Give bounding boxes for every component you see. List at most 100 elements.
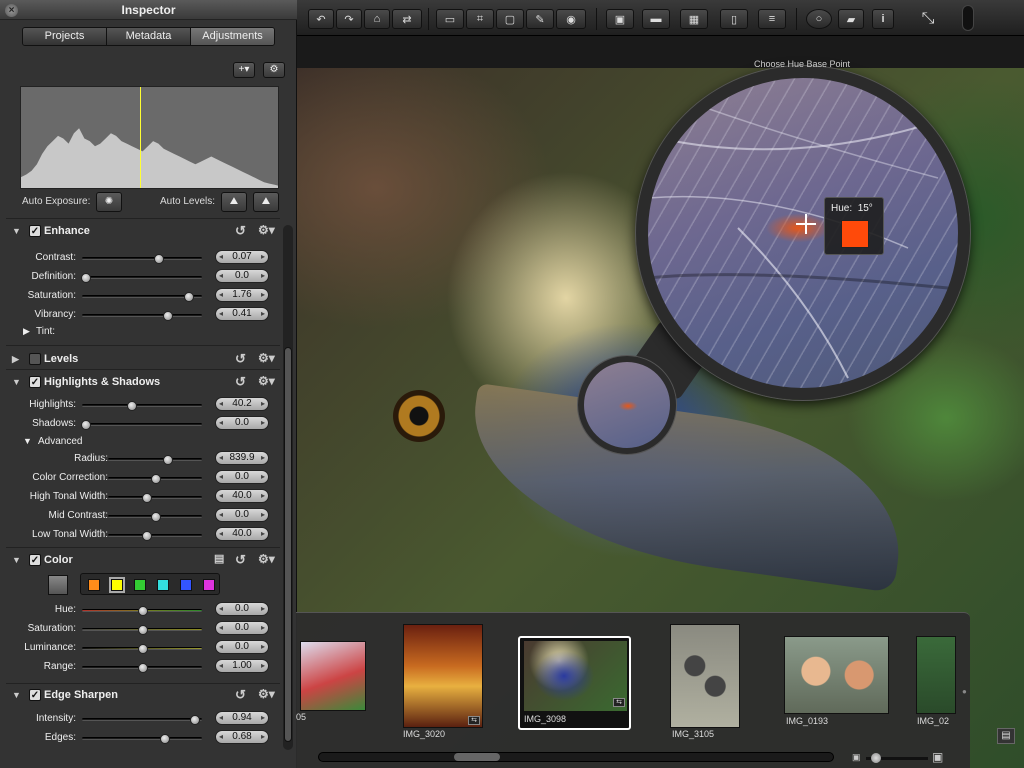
color-swatch[interactable]: [109, 577, 125, 593]
color-section-header[interactable]: ▼ ✓ Color ▤ ↺ ⚙▾: [6, 551, 280, 571]
value-stepper[interactable]: 0.0: [215, 508, 269, 522]
disclosure-closed-icon[interactable]: ▶: [23, 326, 30, 337]
badge-icon[interactable]: ▰: [838, 9, 864, 29]
crop-icon[interactable]: ⌗: [466, 9, 494, 29]
tint-row[interactable]: ▶ Tint:: [6, 323, 280, 341]
value-stepper[interactable]: 1.76: [215, 288, 269, 302]
enhance-checkbox[interactable]: ✓: [29, 225, 41, 237]
slider-track[interactable]: [82, 663, 202, 673]
slider-knob[interactable]: [151, 512, 161, 522]
tab-adjustments[interactable]: Adjustments: [191, 28, 274, 45]
disclosure-open-icon[interactable]: ▼: [12, 377, 21, 387]
slider-knob[interactable]: [81, 273, 91, 283]
advanced-row[interactable]: ▼ Advanced: [6, 433, 280, 451]
value-stepper[interactable]: 0.68: [215, 730, 269, 744]
select-icon[interactable]: ▢: [496, 9, 524, 29]
slider-track[interactable]: [108, 493, 202, 503]
slider-knob[interactable]: [138, 663, 148, 673]
scrollbar-thumb[interactable]: [284, 347, 292, 742]
gear-icon[interactable]: ⚙▾: [258, 374, 275, 388]
disclosure-open-icon[interactable]: ▼: [12, 226, 21, 236]
tab-projects[interactable]: Projects: [23, 28, 107, 45]
slider-track[interactable]: [82, 606, 202, 616]
slider-track[interactable]: [108, 455, 202, 465]
large-thumbnail-icon[interactable]: ▣: [932, 750, 943, 764]
slider-knob[interactable]: [190, 715, 200, 725]
slider-knob[interactable]: [184, 292, 194, 302]
color-swatch[interactable]: [88, 579, 100, 591]
gear-icon[interactable]: ⚙▾: [258, 223, 275, 237]
reset-icon[interactable]: ↺: [235, 351, 246, 367]
filmstrip-thumbnail[interactable]: [916, 636, 956, 714]
color-checkbox[interactable]: ✓: [29, 554, 41, 566]
disclosure-open-icon[interactable]: ▼: [23, 436, 32, 446]
filmstrip-toggle-icon[interactable]: ▤: [997, 728, 1015, 744]
gear-menu-button[interactable]: ⚙: [263, 62, 285, 78]
slider-track[interactable]: [81, 273, 202, 283]
slider-track[interactable]: [82, 715, 202, 725]
inspector-titlebar[interactable]: × Inspector: [0, 0, 297, 20]
filmstrip-scrollbar[interactable]: [318, 752, 834, 762]
value-stepper[interactable]: 1.00: [215, 659, 269, 673]
slider-knob[interactable]: [154, 254, 164, 264]
slider-track[interactable]: [81, 420, 202, 430]
highlights-shadows-section-header[interactable]: ▼ ✓ Highlights & Shadows ↺ ⚙▾: [6, 373, 280, 393]
slider-knob[interactable]: [138, 606, 148, 616]
value-stepper[interactable]: 40.0: [215, 489, 269, 503]
filmstrip-thumbnail-selected[interactable]: ⇆ IMG_3098: [518, 636, 631, 730]
tab-metadata[interactable]: Metadata: [107, 28, 191, 45]
value-stepper[interactable]: 0.41: [215, 307, 269, 321]
filmstrip-view-icon[interactable]: ≡: [758, 9, 786, 29]
auto-levels-luma-button[interactable]: ⛰: [221, 192, 247, 212]
gear-icon[interactable]: ⚙▾: [258, 552, 275, 566]
reset-icon[interactable]: ↺: [235, 374, 246, 390]
slider-track[interactable]: [82, 311, 202, 321]
split-view-icon[interactable]: ▦: [680, 9, 708, 29]
reset-icon[interactable]: ↺: [235, 552, 246, 568]
slider-knob[interactable]: [142, 493, 152, 503]
value-stepper[interactable]: 0.0: [215, 602, 269, 616]
loupe-icon[interactable]: ○: [806, 9, 832, 29]
color-swatch[interactable]: [157, 579, 169, 591]
eyedropper-icon[interactable]: [48, 575, 68, 595]
filmstrip-thumbnail[interactable]: ⇆: [403, 624, 483, 728]
slider-knob[interactable]: [151, 474, 161, 484]
edge-sharpen-checkbox[interactable]: ✓: [29, 689, 41, 701]
presentation-icon[interactable]: ▣: [606, 9, 634, 29]
slider-knob[interactable]: [127, 401, 137, 411]
color-swatch[interactable]: [203, 579, 215, 591]
redeye-icon[interactable]: ◉: [556, 9, 586, 29]
color-swatch[interactable]: [134, 579, 146, 591]
value-stepper[interactable]: 40.0: [215, 527, 269, 541]
slider-knob[interactable]: [138, 644, 148, 654]
disclosure-closed-icon[interactable]: ▶: [12, 354, 19, 365]
auto-exposure-button[interactable]: ✺: [96, 192, 122, 212]
slider-track[interactable]: [82, 734, 202, 744]
levels-section-header[interactable]: ▶ ✓ Levels ↺ ⚙▾: [6, 350, 280, 370]
list-view-icon[interactable]: ▤: [214, 552, 224, 565]
value-stepper[interactable]: 0.0: [215, 416, 269, 430]
filmstrip-thumbnail[interactable]: [300, 641, 366, 711]
slider-knob[interactable]: [871, 753, 881, 763]
slider-track[interactable]: [82, 292, 202, 302]
add-adjustment-button[interactable]: +▾: [233, 62, 255, 78]
slider-knob[interactable]: [138, 625, 148, 635]
rotate-left-icon[interactable]: ↶: [308, 9, 334, 29]
value-stepper[interactable]: 0.0: [215, 470, 269, 484]
rotate-right-icon[interactable]: ↷: [336, 9, 362, 29]
slider-track[interactable]: [82, 625, 202, 635]
slider-knob[interactable]: [163, 455, 173, 465]
slider-knob[interactable]: [142, 531, 152, 541]
reset-icon[interactable]: ↺: [235, 223, 246, 239]
edge-sharpen-section-header[interactable]: ▼ ✓ Edge Sharpen ↺ ⚙▾: [6, 686, 280, 706]
slider-track[interactable]: [82, 254, 202, 264]
value-stepper[interactable]: 40.2: [215, 397, 269, 411]
filmstrip-thumbnail[interactable]: [670, 624, 740, 728]
slider-knob[interactable]: [163, 311, 173, 321]
disclosure-open-icon[interactable]: ▼: [12, 555, 21, 565]
brush-icon[interactable]: ✎: [526, 9, 554, 29]
toolbar-toggle[interactable]: [962, 5, 974, 31]
value-stepper[interactable]: 0.0: [215, 269, 269, 283]
reset-icon[interactable]: ↺: [235, 687, 246, 703]
slider-knob[interactable]: [81, 420, 91, 430]
